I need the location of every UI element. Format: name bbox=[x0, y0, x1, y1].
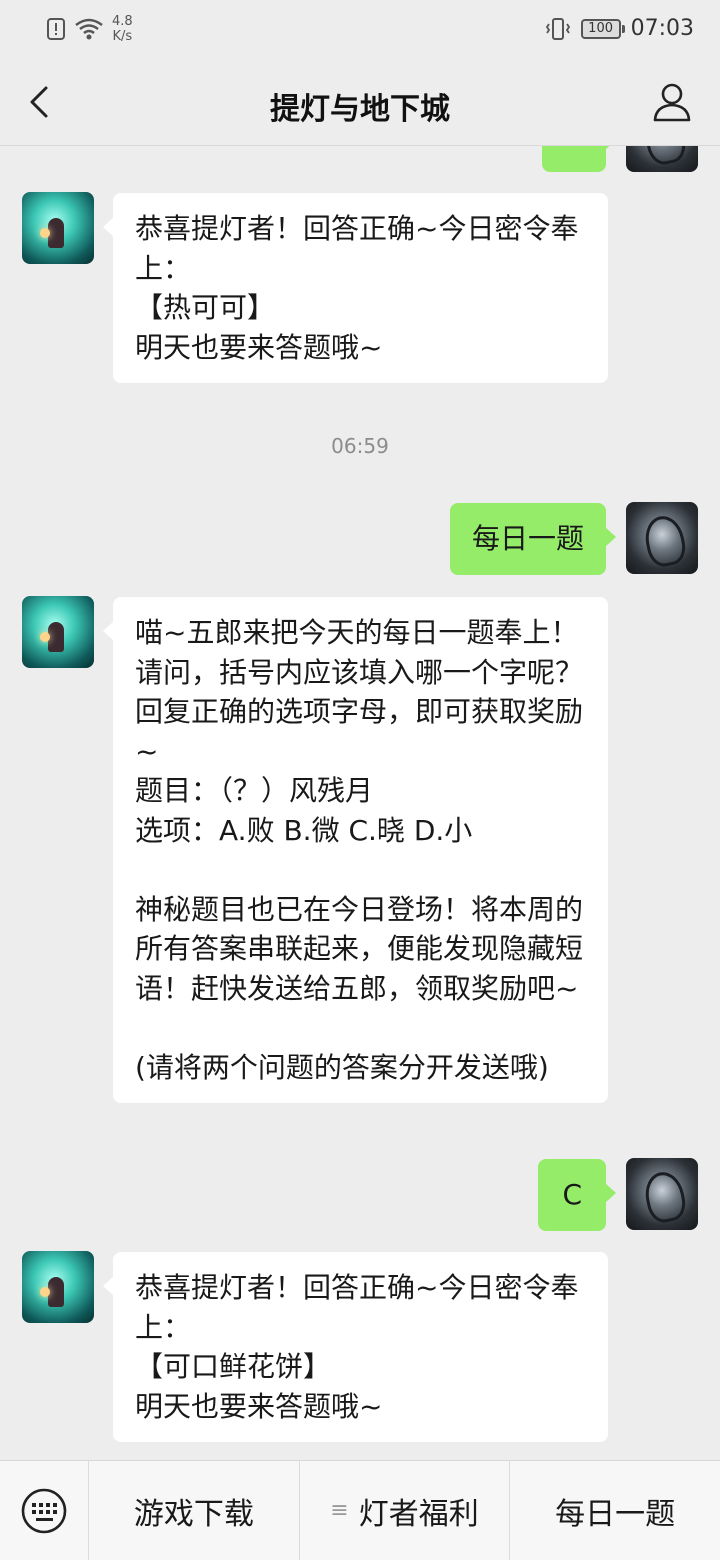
chat-area[interactable]: 恭喜提灯者！回答正确~今日密令奉上： 【热可可】 明天也要来答题哦~ 06:59… bbox=[0, 146, 720, 1460]
alert-icon bbox=[47, 18, 65, 40]
network-speed-value: 4.8 bbox=[112, 14, 133, 29]
bot-avatar[interactable] bbox=[22, 596, 94, 668]
chat-bubble-out[interactable]: 每日一题 bbox=[449, 503, 617, 575]
battery-icon: 100 bbox=[580, 18, 625, 39]
chat-bubble-in[interactable]: 喵~五郎来把今天的每日一题奉上！请问，括号内应该填入哪一个字呢？回复正确的选项字… bbox=[103, 597, 608, 1103]
wifi-icon bbox=[75, 18, 103, 40]
user-avatar[interactable] bbox=[626, 502, 698, 574]
menu-item-label: 灯者福利 bbox=[358, 1496, 479, 1532]
keyboard-button[interactable] bbox=[0, 1461, 88, 1560]
title-bar: 提灯与地下城 bbox=[0, 60, 720, 146]
chat-bubble-in[interactable]: 恭喜提灯者！回答正确~今日密令奉上： 【可口鲜花饼】 明天也要来答题哦~ bbox=[103, 1252, 608, 1442]
network-speed: 4.8 K/s bbox=[112, 14, 133, 44]
bottom-menu: 游戏下载 ≡ 灯者福利 每日一题 bbox=[0, 1460, 720, 1560]
status-time: 07:03 bbox=[630, 16, 694, 41]
menu-item-lamp-welfare[interactable]: ≡ 灯者福利 bbox=[298, 1460, 510, 1560]
status-left: 4.8 K/s bbox=[46, 14, 133, 44]
status-bar: 4.8 K/s 100 07:03 bbox=[0, 0, 720, 60]
page-title: 提灯与地下城 bbox=[270, 92, 450, 127]
menu-item-daily-question[interactable]: 每日一题 bbox=[509, 1460, 720, 1560]
chat-bubble-out[interactable]: C bbox=[538, 1159, 616, 1231]
vibrate-icon bbox=[545, 17, 570, 40]
profile-button[interactable] bbox=[650, 80, 694, 124]
menu-item-label: 游戏下载 bbox=[133, 1496, 254, 1532]
menu-item-label: 每日一题 bbox=[555, 1496, 676, 1532]
menu-lines-icon: ≡ bbox=[330, 1498, 349, 1523]
status-right: 100 07:03 bbox=[545, 16, 694, 41]
chat-bubble-in[interactable]: 恭喜提灯者！回答正确~今日密令奉上： 【热可可】 明天也要来答题哦~ bbox=[103, 193, 608, 383]
menu-item-game-download[interactable]: 游戏下载 bbox=[88, 1460, 299, 1560]
timestamp: 06:59 bbox=[331, 434, 389, 458]
user-avatar[interactable] bbox=[626, 146, 698, 172]
person-icon bbox=[653, 83, 691, 122]
chat-bubble-out[interactable] bbox=[542, 146, 616, 172]
bot-avatar[interactable] bbox=[22, 192, 94, 264]
keyboard-icon bbox=[21, 1488, 67, 1533]
user-avatar[interactable] bbox=[626, 1158, 698, 1230]
bot-avatar[interactable] bbox=[22, 1251, 94, 1323]
network-speed-unit: K/s bbox=[112, 29, 133, 44]
